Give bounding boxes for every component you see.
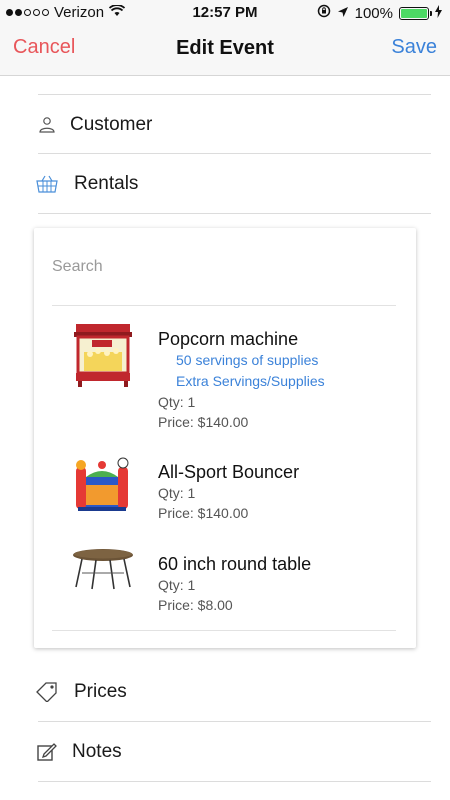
customer-label: Customer (70, 114, 153, 135)
rentals-row[interactable]: Rentals (36, 155, 436, 213)
rental-item-info: 60 inch round table Qty: 1 Price: $8.00 (158, 553, 311, 615)
divider (38, 94, 431, 95)
divider (52, 630, 396, 631)
rentals-card: Search Popcorn machine 50 servings of su… (34, 228, 416, 648)
rental-item-qty: Qty: 1 (158, 485, 196, 501)
basket-icon (36, 173, 58, 195)
rentals-label: Rentals (74, 173, 139, 194)
round-table-image (72, 547, 136, 596)
divider (38, 153, 431, 154)
edit-note-icon (36, 741, 58, 763)
rental-item-name: Popcorn machine (158, 329, 299, 349)
navigation-bar: Cancel Edit Event Save (0, 26, 450, 76)
rental-item-price: Price: $140.00 (158, 505, 249, 521)
price-tag-icon (36, 681, 58, 703)
rental-item-info: Popcorn machine 50 servings of supplies … (158, 328, 325, 432)
divider (52, 305, 396, 306)
rental-item-addon[interactable]: 50 servings of supplies (176, 350, 325, 371)
divider (38, 781, 431, 782)
rental-item-price: Price: $8.00 (158, 597, 233, 613)
notes-row[interactable]: Notes (36, 723, 436, 781)
rental-item-qty: Qty: 1 (158, 577, 196, 593)
customer-row[interactable]: Customer (36, 96, 436, 154)
rental-item-name: 60 inch round table (158, 554, 312, 574)
status-right: 100% (317, 4, 442, 22)
orientation-lock-icon (317, 4, 331, 22)
person-icon (36, 114, 58, 136)
rental-item-price: Price: $140.00 (158, 414, 249, 430)
popcorn-machine-image (72, 322, 136, 393)
prices-row[interactable]: Prices (36, 663, 436, 721)
search-input[interactable]: Search (52, 258, 103, 276)
battery-percent: 100% (354, 4, 393, 22)
page-title: Edit Event (176, 37, 274, 59)
rental-item-addon[interactable]: Extra Servings/Supplies (176, 371, 325, 392)
bounce-house-image (72, 455, 136, 520)
divider (38, 213, 431, 214)
divider (38, 721, 431, 722)
notes-label: Notes (72, 741, 122, 762)
rental-item-info: All-Sport Bouncer Qty: 1 Price: $140.00 (158, 461, 299, 523)
battery-icon (399, 6, 432, 20)
rental-item-qty: Qty: 1 (158, 394, 196, 410)
status-bar: Verizon 12:57 PM 100% (0, 0, 450, 26)
prices-label: Prices (74, 681, 127, 702)
save-button[interactable]: Save (391, 36, 437, 59)
rental-item-name: All-Sport Bouncer (158, 462, 300, 482)
charging-bolt-icon (435, 4, 442, 22)
location-arrow-icon (337, 5, 349, 22)
